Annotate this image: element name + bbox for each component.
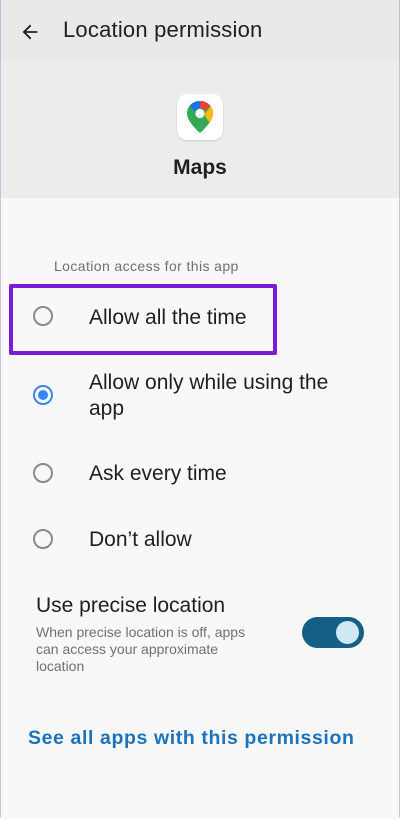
app-name: Maps — [173, 156, 227, 179]
option-allow-while-using[interactable]: Allow only while using the app — [0, 368, 400, 426]
option-dont-allow[interactable]: Don’t allow — [0, 523, 400, 557]
radio-button[interactable] — [33, 529, 53, 549]
arrow-left-icon — [22, 24, 38, 40]
option-label: Allow only while using the app — [89, 371, 329, 420]
option-label: Allow all the time — [89, 306, 247, 329]
top-app-bar: Location permission — [0, 0, 400, 62]
precise-location-description: When precise location is off, apps can a… — [36, 624, 246, 674]
option-allow-all-the-time[interactable]: Allow all the time — [0, 302, 400, 336]
precise-location-toggle[interactable] — [302, 617, 364, 648]
radio-button-selected[interactable] — [33, 385, 53, 405]
precise-location-title: Use precise location — [36, 594, 226, 617]
see-all-apps-link[interactable]: See all apps with this permission — [28, 727, 354, 750]
option-label: Don’t allow — [89, 528, 192, 551]
option-ask-every-time[interactable]: Ask every time — [0, 457, 400, 491]
app-header: Maps — [0, 62, 400, 198]
radio-button[interactable] — [33, 463, 53, 483]
option-label: Ask every time — [89, 462, 227, 485]
back-button[interactable] — [14, 17, 46, 47]
section-label: Location access for this app — [54, 258, 239, 274]
page-title: Location permission — [63, 17, 263, 42]
radio-button[interactable] — [33, 306, 53, 326]
app-icon — [177, 94, 223, 140]
toggle-knob — [336, 621, 359, 644]
google-maps-pin-icon — [187, 101, 213, 133]
